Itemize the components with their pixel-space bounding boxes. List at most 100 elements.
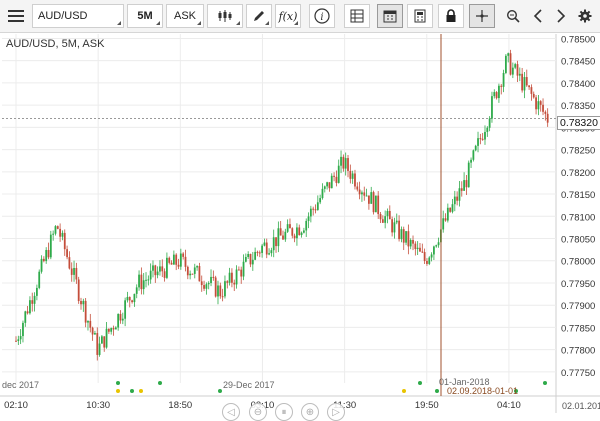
indicators-button[interactable]: f(x)	[275, 4, 301, 28]
chart-area[interactable]: 0.785000.784500.784000.783500.783000.782…	[0, 34, 600, 421]
candle-body	[193, 267, 196, 274]
settings-button[interactable]	[574, 4, 596, 28]
candle-body	[279, 228, 282, 236]
candle-body	[426, 260, 428, 264]
gear-icon	[578, 9, 592, 23]
candle-body	[539, 101, 542, 105]
candle-body	[428, 257, 431, 264]
candle-body	[460, 188, 463, 191]
candle-body	[486, 127, 489, 132]
candle-body	[219, 285, 222, 297]
nav-zoom-in-button[interactable]: ⊕	[301, 403, 319, 421]
period-selector[interactable]: 5M	[127, 4, 163, 28]
nav-zoom-out-button[interactable]: ⊖	[249, 403, 267, 421]
nav-back-button[interactable]: ◁	[222, 403, 240, 421]
candle-body	[500, 85, 503, 87]
drawing-button[interactable]	[246, 4, 272, 28]
candle-body	[491, 96, 493, 119]
candle-body	[244, 257, 247, 262]
event-marker	[218, 389, 222, 393]
candle-body	[395, 220, 398, 223]
candle-body	[358, 189, 361, 195]
candle-body	[472, 150, 475, 160]
candle-body	[26, 311, 29, 314]
calendar-button[interactable]	[377, 4, 403, 28]
candle-body	[184, 256, 187, 267]
time-tick-label: 02:10	[4, 400, 28, 411]
candle-body	[528, 85, 531, 88]
price-tick-label: 0.78350	[561, 101, 595, 112]
candle-body	[54, 226, 57, 234]
candle-body	[52, 233, 55, 235]
candle-body	[119, 313, 122, 321]
candle-body	[17, 339, 20, 341]
candle-body	[73, 267, 75, 275]
candle-body	[156, 271, 159, 276]
nav-forward-button[interactable]: ▷	[327, 403, 345, 421]
side-selector[interactable]: ASK	[166, 4, 204, 28]
candle-body	[237, 269, 240, 271]
candle-body	[337, 165, 340, 183]
candle-body	[400, 229, 403, 240]
candle-body	[514, 64, 517, 68]
table-icon	[350, 9, 364, 23]
candle-body	[19, 336, 22, 340]
calculator-button[interactable]	[407, 4, 433, 28]
lock-icon	[446, 9, 456, 22]
candle-body	[168, 257, 171, 263]
candle-body	[525, 77, 528, 86]
candle-body	[498, 85, 500, 99]
candle-body	[235, 269, 238, 285]
candle-body	[59, 228, 62, 237]
candle-body	[465, 180, 468, 188]
scroll-right-button[interactable]	[550, 4, 572, 28]
candle-body	[282, 235, 284, 240]
candle-body	[298, 227, 301, 236]
candle-body	[377, 195, 380, 215]
time-tick-label: 04:10	[497, 400, 521, 411]
toolbar: AUD/USD 5M ASK f(x) i	[0, 0, 600, 33]
candle-body	[140, 274, 143, 290]
menu-icon[interactable]	[4, 4, 28, 28]
zoom-button[interactable]	[501, 4, 525, 28]
table-button[interactable]	[344, 4, 370, 28]
pencil-icon	[254, 11, 264, 21]
lock-button[interactable]	[438, 4, 464, 28]
candle-body	[330, 175, 333, 189]
candle-body	[349, 170, 352, 179]
info-button[interactable]: i	[309, 4, 335, 28]
candle-body	[163, 271, 166, 278]
candle-body	[300, 232, 303, 236]
candle-body	[409, 239, 412, 247]
candle-body	[546, 113, 549, 123]
candle-body	[82, 300, 85, 305]
price-chart: 0.785000.784500.784000.783500.783000.782…	[0, 34, 600, 413]
candle-body	[504, 55, 507, 73]
info-icon: i	[314, 8, 330, 24]
candle-body	[131, 300, 133, 303]
candle-body	[530, 87, 533, 94]
date-marker-right: 02.09.2018-01-01	[447, 386, 519, 396]
price-tick-label: 0.77750	[561, 368, 595, 379]
candle-body	[258, 252, 261, 254]
candle-body	[247, 253, 250, 258]
instrument-selector[interactable]: AUD/USD	[32, 4, 124, 28]
scroll-left-button[interactable]	[527, 4, 549, 28]
triangle-right-icon: ▷	[332, 406, 340, 418]
candle-body	[340, 156, 342, 166]
chart-type-button[interactable]	[207, 4, 243, 28]
calendar-icon	[383, 10, 397, 23]
candle-body	[196, 266, 198, 268]
event-marker	[158, 381, 162, 385]
candle-body	[442, 218, 445, 230]
candle-body	[256, 251, 259, 253]
candle-body	[535, 97, 537, 110]
crosshair-button[interactable]	[469, 4, 495, 28]
candle-body	[186, 266, 189, 276]
candle-body	[179, 253, 182, 267]
calculator-icon	[414, 9, 426, 23]
nav-fit-button[interactable]: ⏸	[275, 403, 293, 421]
candle-body	[379, 214, 382, 220]
candle-body	[412, 239, 414, 244]
candle-body	[210, 276, 212, 284]
